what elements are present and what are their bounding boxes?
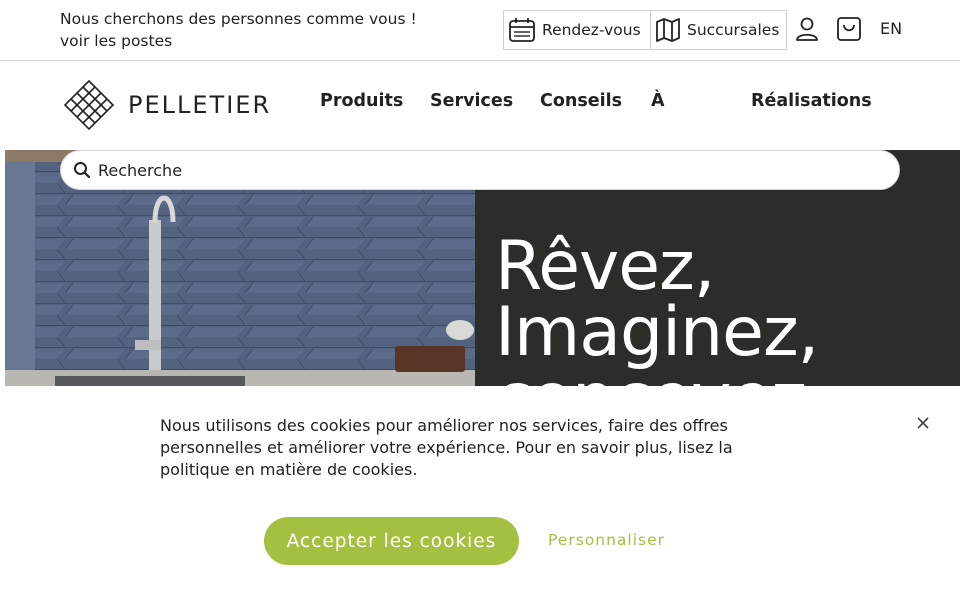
hero-line-2: Imaginez,	[495, 293, 819, 372]
nav-item-a-propos[interactable]: À	[651, 91, 665, 111]
cookie-message: Nous utilisons des cookies pour améliore…	[160, 416, 733, 479]
search-bar[interactable]: Recherche	[60, 150, 900, 190]
hero-title: Rêvez, Imaginez, concevez	[495, 227, 819, 387]
cart-icon[interactable]	[836, 16, 862, 42]
search-icon	[74, 162, 91, 179]
branches-button[interactable]: Succursales	[650, 10, 787, 50]
hero-line-1: Rêvez,	[495, 227, 715, 306]
recruitment-link[interactable]: voir les postes	[60, 30, 417, 52]
map-icon	[656, 18, 680, 42]
close-icon[interactable]	[914, 414, 932, 432]
user-icon[interactable]	[795, 16, 819, 42]
logo[interactable]: PELLETIER	[64, 80, 271, 130]
customize-cookies-link[interactable]: Personnaliser	[548, 531, 665, 549]
main-navigation: PELLETIER Produits Services Conseils À R…	[0, 61, 960, 150]
recruitment-banner: Nous cherchons des personnes comme vous …	[60, 8, 417, 52]
nav-item-realisations[interactable]: Réalisations	[751, 91, 872, 111]
branches-label: Succursales	[687, 21, 780, 39]
accept-cookies-button[interactable]: Accepter les cookies	[264, 517, 519, 565]
appointments-label: Rendez-vous	[542, 21, 641, 39]
nav-item-conseils[interactable]: Conseils	[540, 91, 622, 111]
top-bar: Nous cherchons des personnes comme vous …	[0, 0, 960, 61]
search-input[interactable]: Recherche	[98, 161, 182, 180]
calendar-icon	[509, 18, 535, 42]
nav-item-produits[interactable]: Produits	[320, 91, 403, 111]
recruitment-text: Nous cherchons des personnes comme vous …	[60, 10, 417, 28]
logo-mark-icon	[64, 80, 114, 130]
cookie-banner: Nous utilisons des cookies pour améliore…	[0, 386, 960, 600]
nav-item-services[interactable]: Services	[430, 91, 513, 111]
hero-line-3: concevez	[495, 365, 818, 387]
logo-text: PELLETIER	[128, 91, 272, 119]
language-switch[interactable]: EN	[880, 19, 902, 38]
appointments-button[interactable]: Rendez-vous	[503, 10, 651, 50]
